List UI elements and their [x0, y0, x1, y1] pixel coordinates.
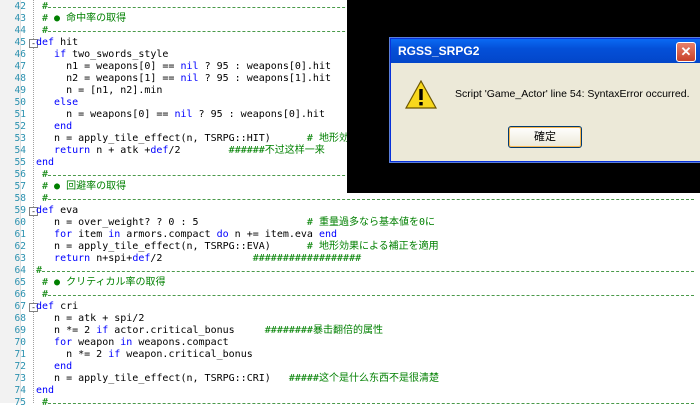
line-number: 67: [14, 301, 26, 312]
line-number: 69: [14, 325, 26, 336]
code-line[interactable]: 69 n *= 2 if actor.critical_bonus ######…: [0, 325, 700, 337]
code-line[interactable]: 65 # ● クリティカル率の取得: [0, 277, 700, 289]
warning-icon: [405, 80, 437, 109]
code-line[interactable]: 66 #: [0, 289, 700, 301]
code-line[interactable]: 70 for weapon in weapons.compact: [0, 337, 700, 349]
code-text: n *= 2 if actor.critical_bonus ########暴…: [42, 325, 383, 336]
code-text: n *= 2 if weapon.critical_bonus: [42, 349, 253, 360]
code-line[interactable]: 68 n = atk + spi/2: [0, 313, 700, 325]
code-line[interactable]: 67- def cri: [0, 301, 700, 313]
code-text: n = [n1, n2].min: [42, 85, 163, 96]
line-number: 63: [14, 253, 26, 264]
code-text: if two_swords_style: [54, 49, 169, 60]
code-text: else: [54, 97, 79, 108]
code-line[interactable]: 59- def eva: [0, 205, 700, 217]
code-text: n = apply_tile_effect(n, TSRPG::CRI) ###…: [42, 373, 439, 384]
line-number: 62: [14, 241, 26, 252]
code-text: n = apply_tile_effect(n, TSRPG::HIT) # 地…: [42, 133, 349, 144]
line-number: 71: [14, 349, 26, 360]
line-number: 56: [14, 169, 26, 180]
line-number: 47: [14, 61, 26, 72]
code-text: # ● 命中率の取得: [42, 13, 127, 24]
dialog-title: RGSS_SRPG2: [398, 44, 480, 58]
line-number: 61: [14, 229, 26, 240]
line-number: 74: [14, 385, 26, 396]
code-line[interactable]: 63 return n+spi+def/2 ##################: [0, 253, 700, 265]
line-number: 43: [14, 13, 26, 24]
code-line[interactable]: 75 #: [0, 397, 700, 409]
line-number: 68: [14, 313, 26, 324]
code-line[interactable]: 64 #: [0, 265, 700, 277]
code-text: end: [36, 385, 55, 396]
code-line[interactable]: 72 end: [0, 361, 700, 373]
code-line[interactable]: 60 n = over_weight? ? 0 : 5 # 重量過多なら基本値を…: [0, 217, 700, 229]
dialog-titlebar[interactable]: RGSS_SRPG2 ✕: [391, 39, 700, 63]
line-number: 65: [14, 277, 26, 288]
code-text: n = apply_tile_effect(n, TSRPG::EVA) # 地…: [42, 241, 439, 252]
code-text: # ● 回避率の取得: [42, 181, 127, 192]
error-message: Script 'Game_Actor' line 54: SyntaxError…: [455, 88, 690, 100]
close-button[interactable]: ✕: [676, 42, 696, 62]
line-number: 52: [14, 121, 26, 132]
line-number: 54: [14, 145, 26, 156]
line-number: 73: [14, 373, 26, 384]
code-line[interactable]: 61 for item in armors.compact do n += it…: [0, 229, 700, 241]
line-number: 51: [14, 109, 26, 120]
code-text: # ● クリティカル率の取得: [42, 277, 166, 288]
line-number: 75: [14, 397, 26, 408]
code-text: n = atk + spi/2: [42, 313, 145, 324]
separator-line: [42, 271, 694, 272]
code-text: n = over_weight? ? 0 : 5 # 重量過多なら基本値を0に: [42, 217, 435, 228]
line-number: 49: [14, 85, 26, 96]
code-text: def hit: [36, 37, 79, 48]
separator-line: [48, 199, 694, 200]
line-number: 44: [14, 25, 26, 36]
code-text: n = weapons[0] == nil ? 95 : weapons[0].…: [42, 109, 325, 120]
code-text: n1 = weapons[0] == nil ? 95 : weapons[0]…: [42, 61, 331, 72]
line-number: 58: [14, 193, 26, 204]
separator-line: [48, 295, 694, 296]
line-number: 42: [14, 1, 26, 12]
line-number: 60: [14, 217, 26, 228]
code-text: end: [54, 361, 73, 372]
code-text: end: [36, 157, 55, 168]
code-text: n2 = weapons[1] == nil ? 95 : weapons[1]…: [42, 73, 331, 84]
separator-line: [48, 403, 694, 404]
error-dialog: RGSS_SRPG2 ✕ Script 'Game_Actor' line 54…: [390, 38, 700, 162]
line-number: 59: [14, 205, 26, 216]
code-text: for weapon in weapons.compact: [54, 337, 229, 348]
line-number: 46: [14, 49, 26, 60]
code-text: def eva: [36, 205, 79, 216]
code-text: return n+spi+def/2 ##################: [54, 253, 362, 264]
code-text: def cri: [36, 301, 79, 312]
line-number: 66: [14, 289, 26, 300]
code-line[interactable]: 71 n *= 2 if weapon.critical_bonus: [0, 349, 700, 361]
line-number: 72: [14, 361, 26, 372]
line-number: 64: [14, 265, 26, 276]
line-number: 53: [14, 133, 26, 144]
line-number: 45: [14, 37, 26, 48]
code-line[interactable]: 74 end: [0, 385, 700, 397]
code-text: end: [54, 121, 73, 132]
code-line[interactable]: 58 #: [0, 193, 700, 205]
line-number: 70: [14, 337, 26, 348]
line-number: 48: [14, 73, 26, 84]
code-text: return n + atk +def/2 ######不过这样一来: [54, 145, 325, 156]
line-number: 50: [14, 97, 26, 108]
ok-button[interactable]: 確定: [508, 126, 582, 148]
code-line[interactable]: 73 n = apply_tile_effect(n, TSRPG::CRI) …: [0, 373, 700, 385]
line-number: 57: [14, 181, 26, 192]
code-text: for item in armors.compact do n += item.…: [54, 229, 338, 240]
code-line[interactable]: 62 n = apply_tile_effect(n, TSRPG::EVA) …: [0, 241, 700, 253]
line-number: 55: [14, 157, 26, 168]
